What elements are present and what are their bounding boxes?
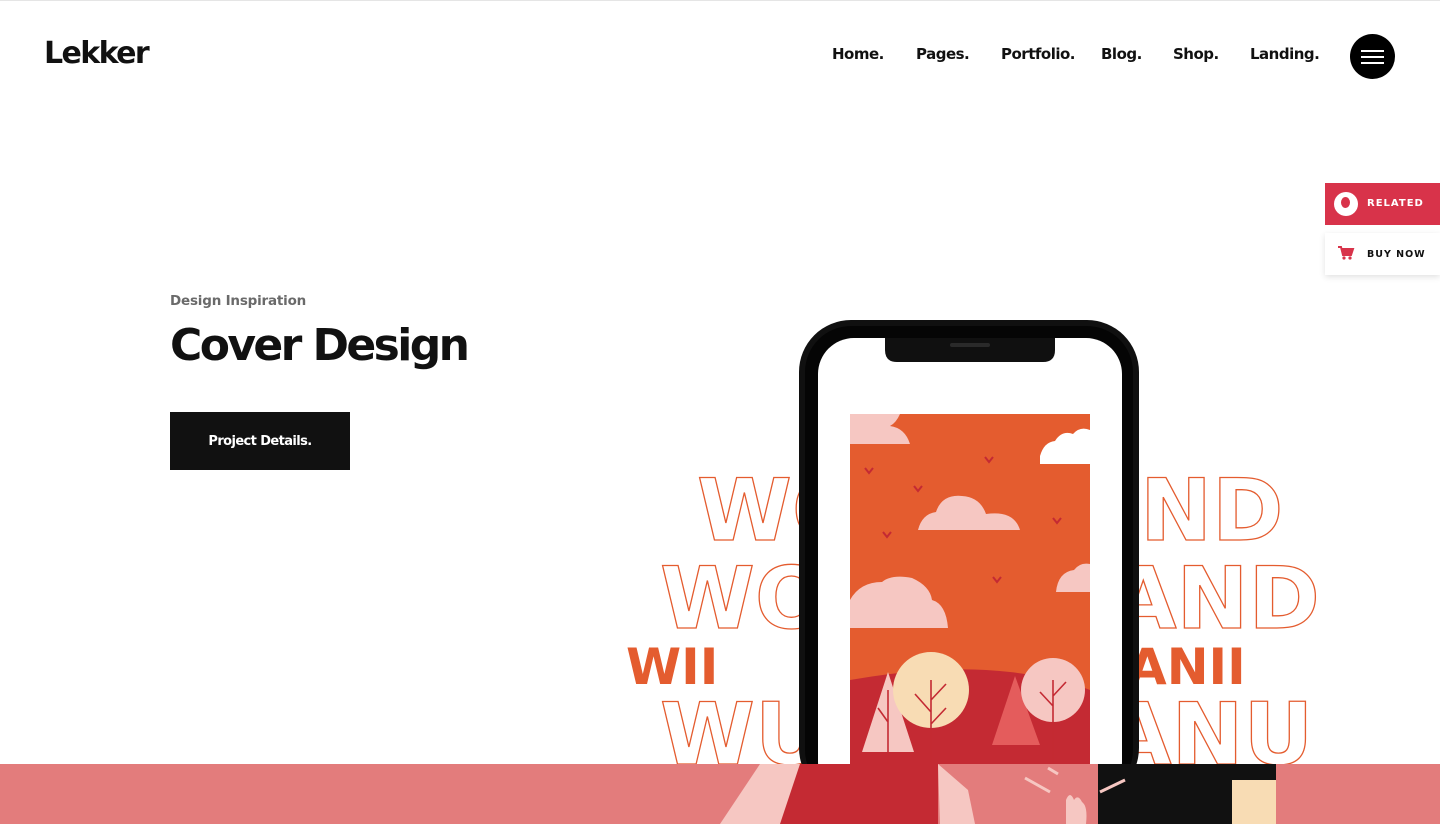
art-word: AND [1110,549,1320,649]
phone-screen-illustration [850,414,1090,764]
hero-artwork: WO ND WO AND WII ANII WU ANU [0,320,1440,824]
bottom-illustration [0,764,1440,824]
art-word: ND [1140,461,1283,561]
